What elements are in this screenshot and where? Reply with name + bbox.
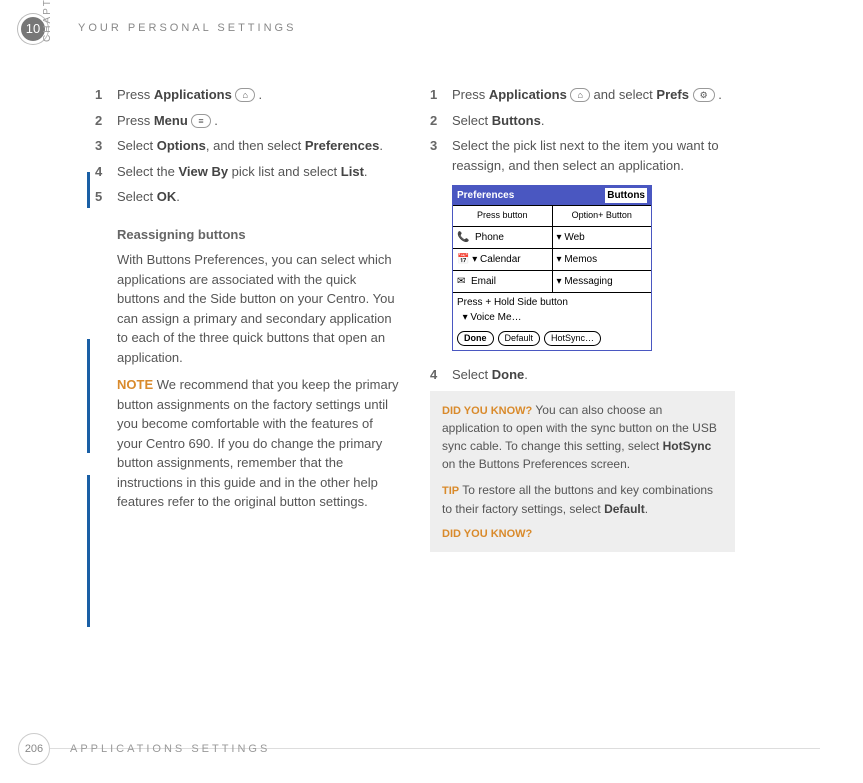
change-marker [87,475,90,627]
did-you-know-label: DID YOU KNOW? [442,405,532,417]
list-item: 3 Select the pick list next to the item … [430,136,735,175]
prefs-icon: ⚙ [693,88,715,102]
chevron-down-icon: ▾ [557,232,562,243]
list-item: 4 Select Done. [430,365,735,385]
phone-icon: 📞 [457,232,469,243]
calendar-icon: 📅 [457,254,469,265]
list-item: 2 Press Menu ≡ . [95,111,400,131]
preferences-screenshot: PreferencesButtons Press buttonOption+ B… [452,185,652,351]
tip-box: DID YOU KNOW? You can also choose an app… [430,391,735,553]
default-button: Default [498,331,541,347]
page-footer: 206 APPLICATIONS SETTINGS [18,733,270,765]
tip-label: TIP [442,485,459,497]
footer-section-title: APPLICATIONS SETTINGS [70,741,270,758]
list-item: 2 Select Buttons. [430,111,735,131]
paragraph: With Buttons Preferences, you can select… [117,250,400,367]
change-marker [87,172,90,208]
note-paragraph: NOTE We recommend that you keep the prim… [117,375,400,512]
chevron-down-icon: ▾ [557,254,562,265]
email-icon: ✉ [457,276,465,287]
list-item: 3 Select Options, and then select Prefer… [95,136,400,156]
done-button: Done [457,331,494,347]
home-icon: ⌂ [235,88,254,102]
hotsync-button: HotSync… [544,331,601,347]
list-item: 1 Press Applications ⌂ and select Prefs … [430,85,735,105]
page-number-badge: 206 [18,733,50,765]
home-icon: ⌂ [570,88,589,102]
table-row: 📞 Phone▾ Web [453,226,651,248]
list-item: 1 Press Applications ⌂ . [95,85,400,105]
subheading: Reassigning buttons [117,225,400,245]
chevron-down-icon: ▾ [472,254,477,265]
right-column: 1 Press Applications ⌂ and select Prefs … [430,85,735,552]
note-label: NOTE [117,377,153,392]
list-item: 4 Select the View By pick list and selec… [95,162,400,182]
chevron-down-icon: ▾ [557,276,562,287]
menu-icon: ≡ [191,114,210,128]
page-header-title: YOUR PERSONAL SETTINGS [78,20,296,37]
table-row: ✉ Email▾ Messaging [453,270,651,292]
table-row: 📅 ▾ Calendar▾ Memos [453,248,651,270]
did-you-know-label: DID YOU KNOW? [442,526,723,543]
chevron-down-icon: ▾ [463,312,468,323]
chapter-label-vertical: CHAPTER [40,0,55,42]
change-marker [87,339,90,453]
left-column: 1 Press Applications ⌂ . 2 Press Menu ≡ … [95,85,400,552]
list-item: 5 Select OK. [95,187,400,207]
